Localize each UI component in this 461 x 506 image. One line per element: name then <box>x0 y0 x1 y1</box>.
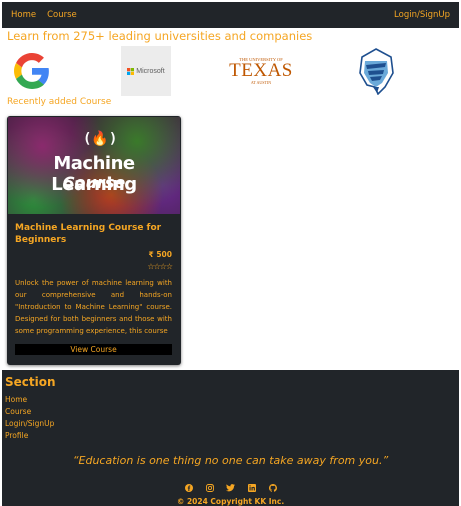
copyright-text: © 2024 Copyright KK Inc. <box>176 497 285 506</box>
footer: Section Home Course Login/SignUp Profile… <box>2 370 459 506</box>
twitter-icon[interactable] <box>226 483 235 492</box>
nav-link-login[interactable]: Login/SignUp <box>394 10 450 20</box>
course-price: ₹ 500 <box>148 250 173 259</box>
texas-main-text: TEXAS <box>229 60 293 81</box>
footer-link-profile[interactable]: Profile <box>5 430 54 442</box>
footer-link-login[interactable]: Login/SignUp <box>5 418 54 430</box>
instagram-icon[interactable] <box>205 483 214 492</box>
course-card: (🔥) Machine Learning Course Machine Lear… <box>7 116 181 365</box>
footer-heading: Section <box>5 375 56 389</box>
google-logo <box>12 46 52 96</box>
recent-heading: Recently added Course <box>7 97 112 107</box>
footer-quote: “Education is one thing no one can take … <box>72 454 389 467</box>
linkedin-icon[interactable] <box>247 483 256 492</box>
facebook-icon[interactable] <box>184 483 193 492</box>
view-course-button[interactable]: View Course <box>15 344 172 355</box>
footer-links: Home Course Login/SignUp Profile <box>5 394 54 442</box>
nav-link-course[interactable]: Course <box>47 10 77 20</box>
nav-link-home[interactable]: Home <box>11 10 36 20</box>
team-logo <box>356 46 396 96</box>
microsoft-label: Microsoft <box>136 67 165 75</box>
microsoft-logo: Microsoft <box>121 46 171 96</box>
flame-icon: (🔥) <box>83 131 118 147</box>
course-image-subtitle: Course <box>62 173 126 192</box>
texas-sub-text: AT AUSTIN <box>250 80 272 85</box>
course-image: (🔥) Machine Learning Course <box>8 117 180 214</box>
partners-heading: Learn from 275+ leading universities and… <box>7 29 313 43</box>
footer-link-course[interactable]: Course <box>5 406 54 418</box>
github-icon[interactable] <box>268 483 277 492</box>
top-navbar: Home Course Login/SignUp <box>2 2 459 28</box>
rating-stars: ☆☆☆☆ <box>147 262 173 271</box>
footer-link-home[interactable]: Home <box>5 394 54 406</box>
course-description: Unlock the power of machine learning wit… <box>15 279 172 335</box>
texas-logo: THE UNIVERSITY OF TEXAS AT AUSTIN <box>229 46 292 96</box>
course-title: Machine Learning Course for Beginners <box>15 223 162 245</box>
social-icons <box>2 483 459 492</box>
